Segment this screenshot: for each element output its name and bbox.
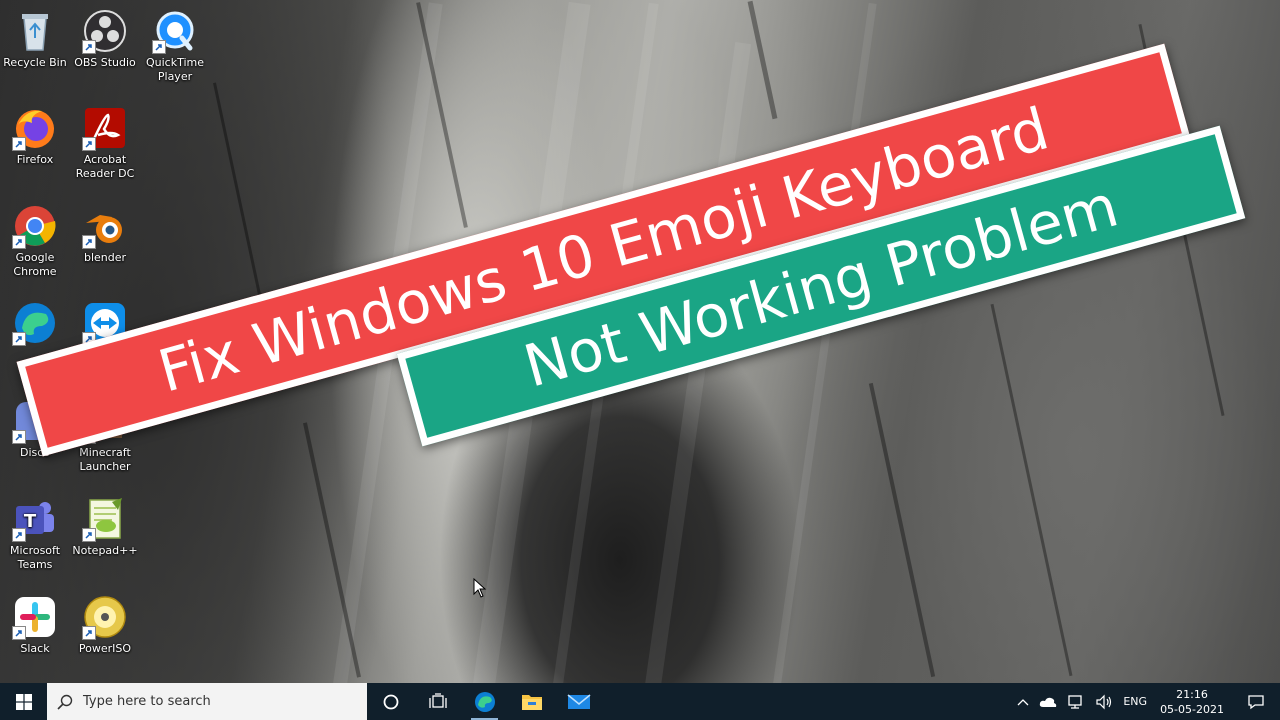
network-button[interactable] <box>1062 683 1090 720</box>
desktop-icon-chrome[interactable]: Google Chrome <box>0 203 70 279</box>
search-icon <box>57 694 73 710</box>
desktop-icon-blender[interactable]: blender <box>70 203 140 265</box>
desktop-icon-label: PowerISO <box>78 642 132 655</box>
language-label: ENG <box>1123 695 1148 708</box>
notepadpp-icon <box>82 496 128 542</box>
taskbar-file-explorer-button[interactable] <box>508 683 555 720</box>
desktop-icon-label: Firefox <box>16 153 54 166</box>
mail-icon <box>566 693 591 709</box>
file-explorer-icon <box>521 694 542 710</box>
desktop-icon-label: Acrobat Reader DC <box>75 153 135 180</box>
action-center-button[interactable] <box>1232 683 1280 720</box>
desktop-icon-label: Microsoft Teams <box>9 544 61 571</box>
desktop-icon-label: Google Chrome <box>13 251 57 278</box>
edge-icon <box>12 300 58 346</box>
search-box[interactable]: Type here to search <box>47 683 367 720</box>
acrobat-icon <box>82 105 128 151</box>
taskbar-edge-button[interactable] <box>461 683 508 720</box>
desktop-icon-teams[interactable]: T Microsoft Teams <box>0 496 70 572</box>
desktop-icon-firefox[interactable]: Firefox <box>0 105 70 167</box>
show-hidden-icons-button[interactable] <box>1012 683 1034 720</box>
desktop-icon-label: Minecraft Launcher <box>79 446 131 473</box>
desktop-icon-poweriso[interactable]: PowerISO <box>70 594 140 656</box>
network-icon <box>1068 694 1083 709</box>
clock-time: 21:16 <box>1176 687 1208 701</box>
desktop-icon-label: Slack <box>20 642 50 655</box>
desktop-icon-notepadpp[interactable]: Notepad++ <box>70 496 140 558</box>
desktop-icon-acrobat[interactable]: Acrobat Reader DC <box>70 105 140 181</box>
edge-icon <box>474 691 495 712</box>
desktop-icon-label: blender <box>83 251 127 264</box>
desktop-icon-label: Notepad++ <box>72 544 138 557</box>
cortana-button[interactable] <box>367 683 414 720</box>
poweriso-icon <box>82 594 128 640</box>
clock[interactable]: 21:16 05-05-2021 <box>1152 687 1232 717</box>
slack-icon <box>12 594 58 640</box>
clock-date: 05-05-2021 <box>1160 702 1224 716</box>
blender-icon <box>82 203 128 249</box>
firefox-icon <box>12 105 58 151</box>
obs-studio-icon <box>82 8 128 54</box>
start-button[interactable] <box>0 683 47 720</box>
chrome-icon <box>12 203 58 249</box>
search-placeholder: Type here to search <box>83 694 211 709</box>
desktop-wallpaper: Recycle Bin Firefox Google Chrome Disco … <box>0 0 1280 683</box>
task-view-icon <box>428 692 447 708</box>
desktop-icon-quicktime[interactable]: QuickTime Player <box>140 8 210 84</box>
quicktime-icon <box>152 8 198 54</box>
mouse-cursor-icon <box>473 578 487 598</box>
desktop-icon-label: QuickTime Player <box>145 56 205 83</box>
cortana-icon <box>383 694 398 709</box>
onedrive-button[interactable] <box>1034 683 1062 720</box>
taskbar-mail-button[interactable] <box>555 683 602 720</box>
recycle-bin-icon <box>12 8 58 54</box>
language-indicator[interactable]: ENG <box>1118 683 1152 720</box>
chevron-up-icon <box>1017 698 1029 705</box>
system-tray: ENG 21:16 05-05-2021 <box>1012 683 1280 720</box>
task-view-button[interactable] <box>414 683 461 720</box>
taskbar: Type here to search ENG 21:16 05-05-2021 <box>0 683 1280 720</box>
notification-icon <box>1248 694 1264 709</box>
onedrive-icon <box>1040 697 1057 707</box>
teams-icon: T <box>12 496 58 542</box>
desktop-icon-label: Recycle Bin <box>3 56 67 69</box>
windows-logo-icon <box>15 693 32 710</box>
speaker-icon <box>1096 694 1112 709</box>
desktop-icon-edge[interactable] <box>0 300 70 348</box>
desktop-icon-recycle-bin[interactable]: Recycle Bin <box>0 8 70 70</box>
desktop-icon-slack[interactable]: Slack <box>0 594 70 656</box>
desktop-icon-obs-studio[interactable]: OBS Studio <box>70 8 140 70</box>
desktop-icon-label: OBS Studio <box>74 56 136 69</box>
volume-button[interactable] <box>1090 683 1118 720</box>
